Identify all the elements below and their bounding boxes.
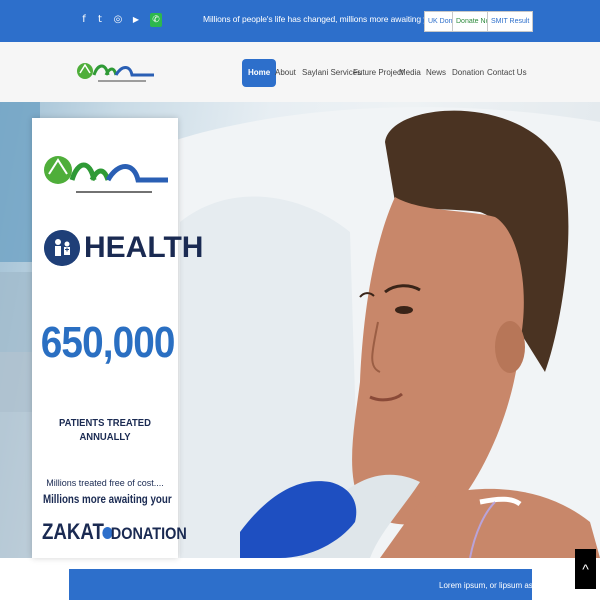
nav-home[interactable]: Home	[242, 59, 277, 87]
nav-contact-us[interactable]: Contact Us	[487, 59, 527, 87]
free-caption: Millions treated free of cost....	[46, 478, 164, 488]
zakat-donation-text: ZAKAT DONATION	[42, 518, 187, 548]
whatsapp-icon[interactable]: ✆	[150, 13, 162, 27]
patients-count: 650,000	[40, 318, 176, 367]
nav-future-project[interactable]: Future Project	[353, 59, 403, 87]
zakat-word: ZAKAT	[42, 519, 104, 544]
twitter-icon[interactable]: t	[93, 12, 107, 28]
awaiting-caption: Millions more awaiting your	[42, 494, 172, 506]
nav-donation[interactable]: Donation	[452, 59, 484, 87]
donation-word: DONATION	[110, 524, 187, 543]
ticker-text: Lorem ipsum, or lipsum as it is some	[439, 581, 532, 590]
saylani-card-logo	[44, 156, 168, 193]
chevron-up-icon: ^	[582, 561, 589, 577]
top-bar: f t ◎ ▶ ✆ Millions of people's life has …	[0, 0, 600, 42]
nav-news[interactable]: News	[426, 59, 446, 87]
nav-about[interactable]: About	[275, 59, 296, 87]
health-icon	[44, 230, 80, 266]
main-navbar: Home About Saylani Services Future Proje…	[0, 42, 600, 102]
youtube-icon[interactable]: ▶	[129, 12, 143, 28]
instagram-icon[interactable]: ◎	[111, 12, 125, 28]
facebook-icon[interactable]: f	[77, 12, 91, 28]
promo-heading: HEALTH	[84, 231, 204, 264]
promo-card: HEALTH 650,000 PATIENTS TREATED ANNUALLY…	[32, 118, 203, 558]
scroll-to-top-button[interactable]: ^	[575, 549, 596, 589]
nav-media[interactable]: Media	[399, 59, 421, 87]
saylani-logo[interactable]	[76, 53, 156, 91]
smit-result-button[interactable]: SMIT Result	[487, 11, 534, 32]
patients-caption: PATIENTS TREATED ANNUALLY	[59, 417, 151, 443]
news-ticker: Lorem ipsum, or lipsum as it is some	[69, 569, 532, 600]
